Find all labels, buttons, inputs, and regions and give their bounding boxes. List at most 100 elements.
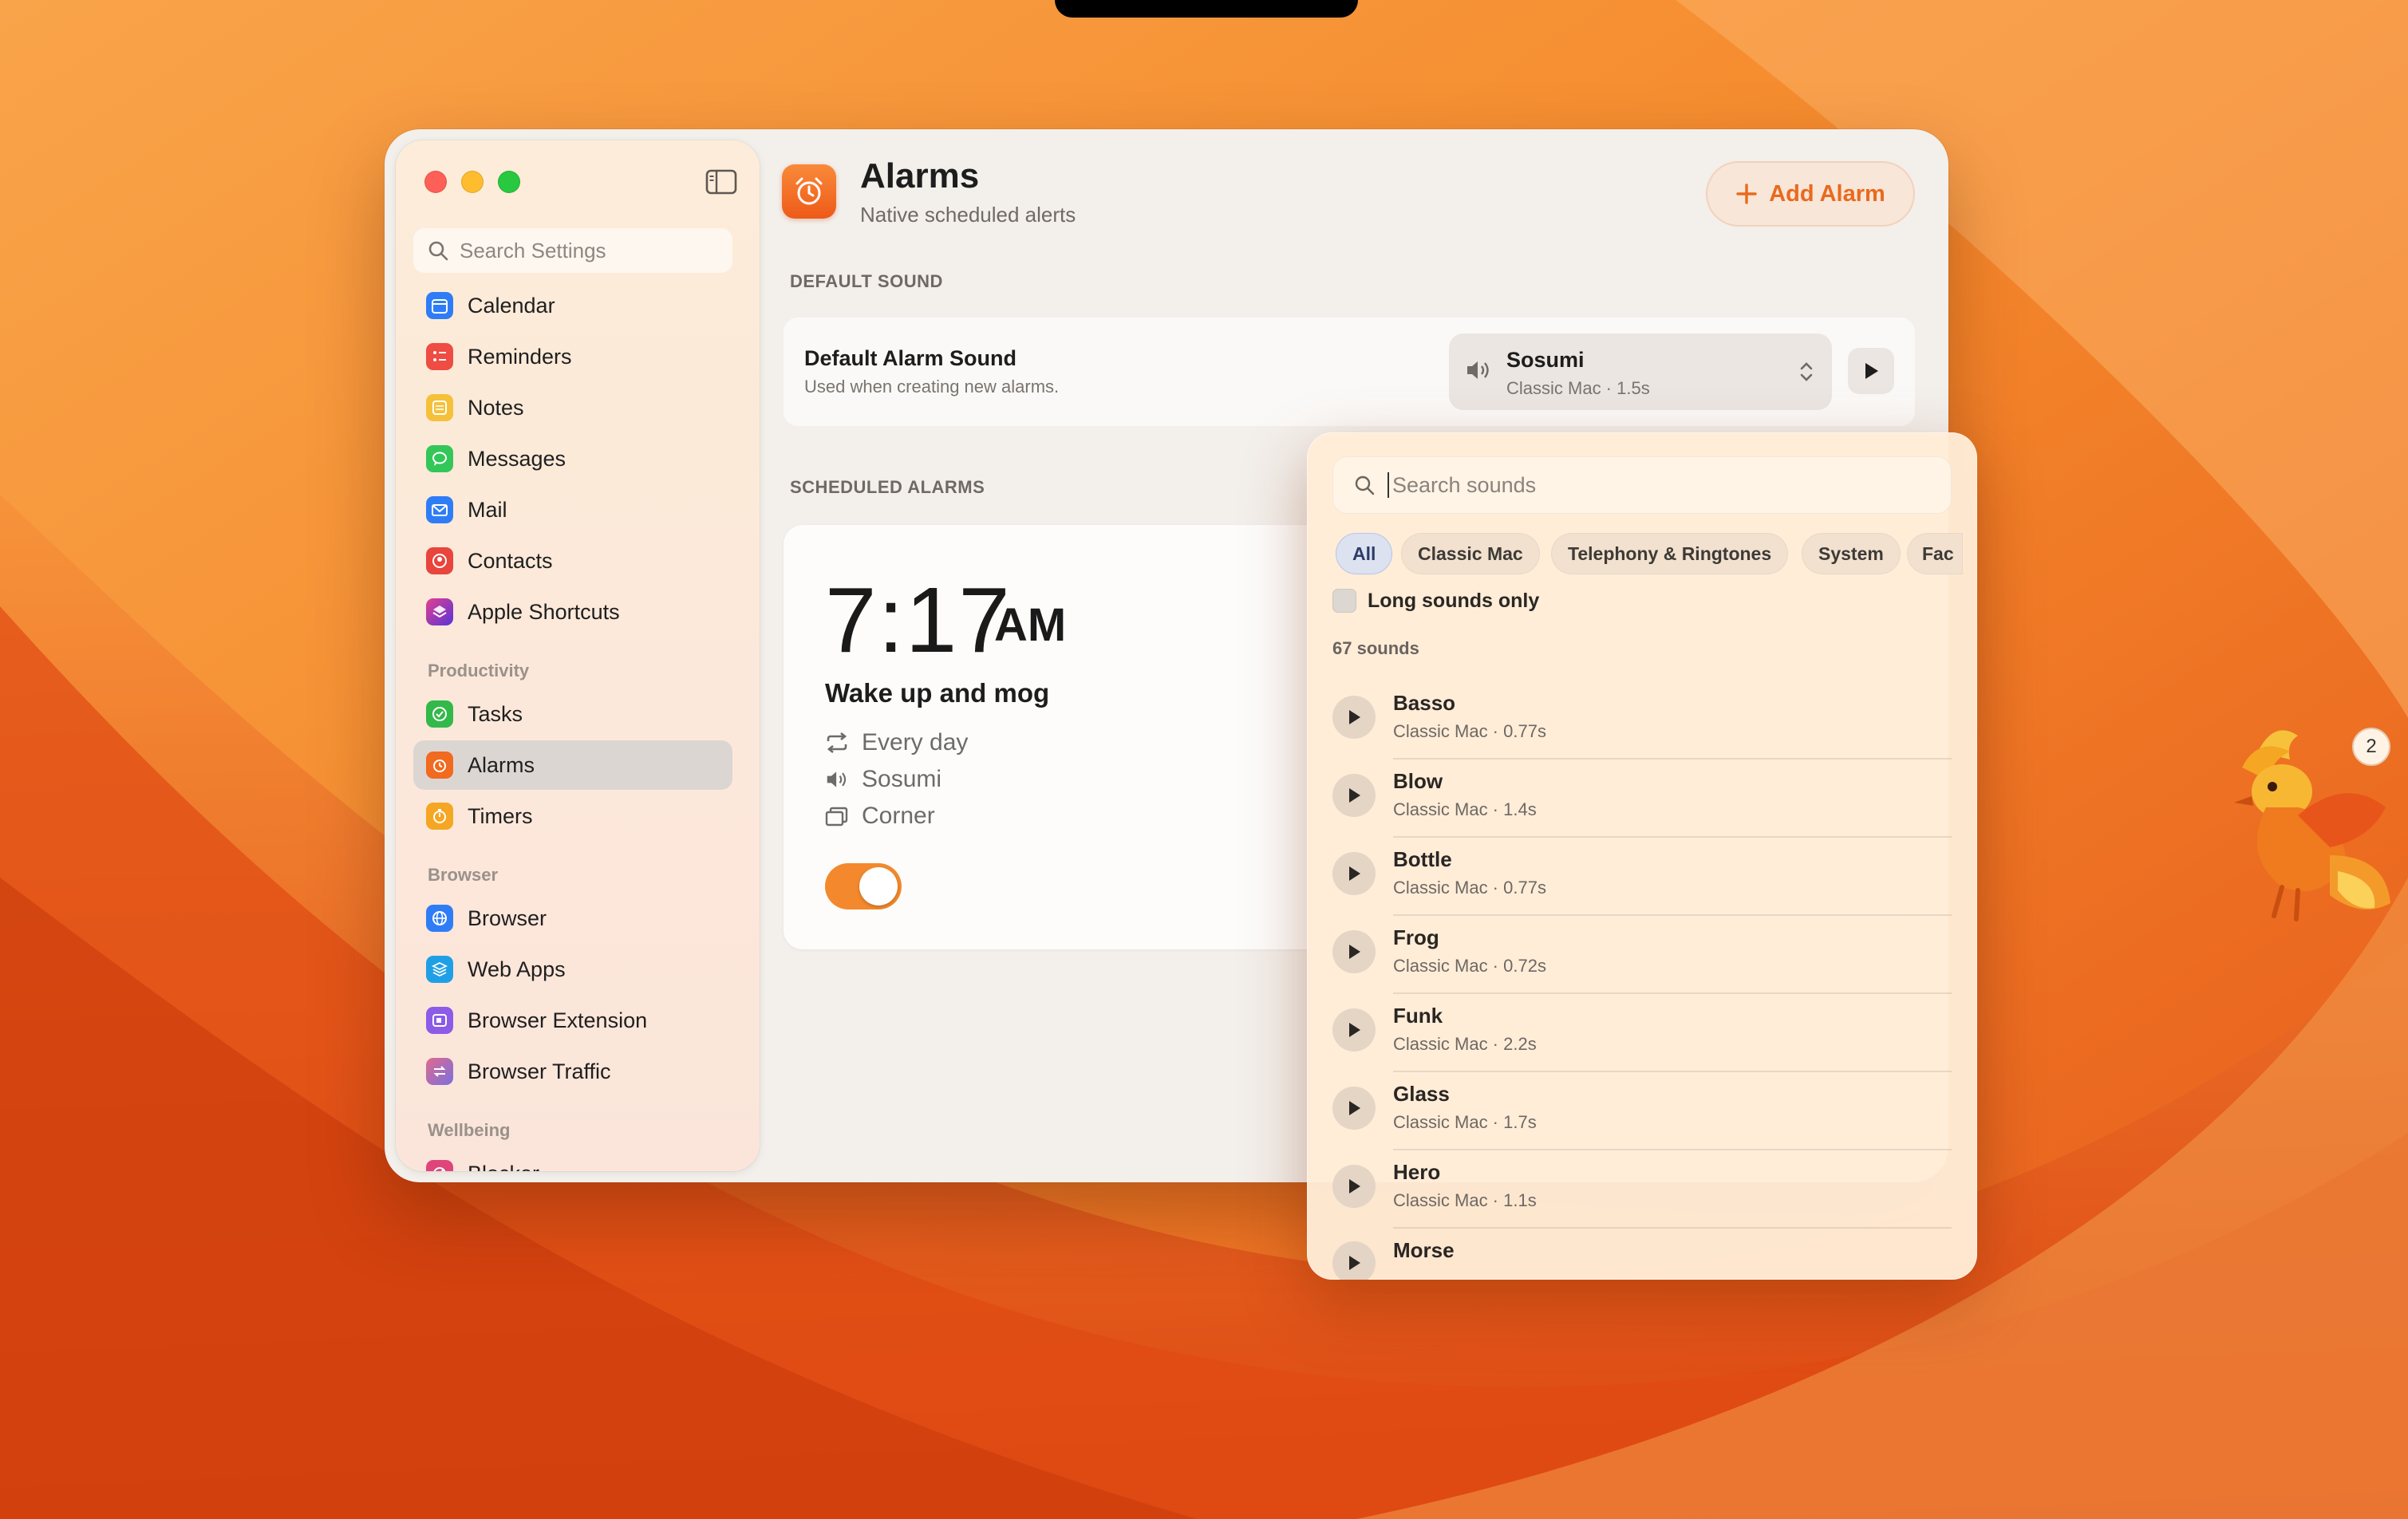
section-label-browser: Browser (428, 865, 499, 885)
alarms-app-icon (782, 164, 836, 219)
sound-name: Funk (1393, 1004, 1443, 1028)
sidebar: Search Settings Calendar Reminders Notes (396, 140, 760, 1171)
notification-badge: 2 (2352, 728, 2390, 766)
long-sounds-only-checkbox[interactable]: Long sounds only (1332, 589, 1539, 613)
play-sound-button[interactable] (1332, 1008, 1376, 1051)
sidebar-item-browser-extension[interactable]: Browser Extension (413, 996, 732, 1045)
search-sounds-input[interactable]: Search sounds (1332, 456, 1952, 514)
alarm-clock-icon (795, 177, 823, 205)
sidebar-item-label: Timers (468, 803, 533, 828)
sidebar-item-label: Browser (468, 905, 547, 930)
section-label-productivity: Productivity (428, 661, 530, 681)
page-subtitle: Native scheduled alerts (860, 203, 1076, 227)
search-icon (428, 241, 448, 261)
sound-picker-popover: Search sounds All Classic Mac Telephony … (1307, 432, 1977, 1280)
shortcuts-icon (426, 598, 453, 625)
sidebar-item-mail[interactable]: Mail (413, 485, 732, 535)
zoom-window-button[interactable] (498, 171, 520, 193)
sidebar-item-label: Tasks (468, 701, 523, 726)
minimize-window-button[interactable] (461, 171, 484, 193)
alarm-sound-text: Sosumi (862, 766, 942, 792)
sound-name: Frog (1393, 925, 1439, 949)
sidebar-item-reminders[interactable]: Reminders (413, 332, 732, 381)
play-sound-button[interactable] (1332, 1165, 1376, 1208)
sidebar-item-notes[interactable]: Notes (413, 383, 732, 432)
sound-name: Blow (1393, 769, 1443, 793)
close-window-button[interactable] (424, 171, 447, 193)
blocker-icon (426, 1160, 453, 1171)
sidebar-item-browser[interactable]: Browser (413, 894, 732, 943)
section-label-wellbeing: Wellbeing (428, 1120, 511, 1140)
sidebar-item-web-apps[interactable]: Web Apps (413, 945, 732, 994)
sidebar-item-label: Browser Traffic (468, 1059, 611, 1083)
sound-row-frog[interactable]: Frog Classic Mac · 0.72s (1332, 916, 1952, 994)
sidebar-item-alarms[interactable]: Alarms (413, 740, 732, 790)
speaker-icon (1467, 361, 1489, 379)
sidebar-item-tasks[interactable]: Tasks (413, 689, 732, 739)
sidebar-item-contacts[interactable]: Contacts (413, 536, 732, 586)
search-icon (1355, 475, 1375, 495)
play-icon (1349, 945, 1360, 959)
play-icon (1865, 363, 1878, 379)
sound-name: Hero (1393, 1160, 1441, 1184)
sound-row-hero[interactable]: Hero Classic Mac · 1.1s (1332, 1150, 1952, 1229)
sidebar-item-label: Reminders (468, 344, 572, 369)
alarm-icon (426, 752, 453, 779)
messages-icon (426, 445, 453, 472)
sound-row-bottle[interactable]: Bottle Classic Mac · 0.77s (1332, 838, 1952, 916)
filter-chip-fac[interactable]: Fac (1907, 533, 1963, 574)
sound-name: Basso (1393, 691, 1456, 715)
sound-row-morse[interactable]: Morse (1332, 1229, 1952, 1280)
default-sound-subtitle: Used when creating new alarms. (804, 377, 1060, 397)
default-sound-picker[interactable]: Sosumi Classic Mac · 1.5s (1449, 333, 1832, 410)
play-sound-button[interactable] (1332, 1241, 1376, 1280)
search-sounds-placeholder: Search sounds (1392, 472, 1537, 497)
sidebar-item-label: Browser Extension (468, 1008, 648, 1032)
sound-row-blow[interactable]: Blow Classic Mac · 1.4s (1332, 760, 1952, 838)
search-settings-input[interactable]: Search Settings (413, 228, 732, 273)
sidebar-item-blocker[interactable]: Blocker (413, 1149, 732, 1171)
sound-row-basso[interactable]: Basso Classic Mac · 0.77s (1332, 681, 1952, 760)
section-scheduled-alarms: SCHEDULED ALARMS (790, 477, 985, 497)
play-sound-button[interactable] (1332, 696, 1376, 739)
alarm-time: 7:17 (825, 568, 1012, 672)
section-default-sound: DEFAULT SOUND (790, 271, 943, 291)
sound-row-glass[interactable]: Glass Classic Mac · 1.7s (1332, 1072, 1952, 1150)
play-sound-button[interactable] (1332, 774, 1376, 817)
filter-chip-classic-mac[interactable]: Classic Mac (1401, 533, 1540, 574)
filter-chip-telephony[interactable]: Telephony & Ringtones (1551, 533, 1789, 574)
add-alarm-button[interactable]: Add Alarm (1706, 161, 1915, 227)
sidebar-item-browser-traffic[interactable]: Browser Traffic (413, 1047, 732, 1096)
extension-icon (426, 1007, 453, 1034)
sound-name: Bottle (1393, 847, 1452, 871)
default-sound-title: Default Alarm Sound (804, 346, 1017, 370)
menu-bar-notch (1055, 0, 1358, 18)
alarm-sound-row: Sosumi (825, 766, 941, 793)
sidebar-toggle-icon[interactable] (705, 169, 737, 195)
sound-row-funk[interactable]: Funk Classic Mac · 2.2s (1332, 994, 1952, 1072)
alarm-repeat-text: Every day (862, 729, 969, 756)
sidebar-item-messages[interactable]: Messages (413, 434, 732, 483)
play-sound-button[interactable] (1332, 930, 1376, 973)
selected-sound-name: Sosumi (1506, 348, 1585, 372)
sidebar-item-apple-shortcuts[interactable]: Apple Shortcuts (413, 587, 732, 637)
sidebar-item-calendar[interactable]: Calendar (413, 281, 732, 330)
repeat-icon (827, 732, 847, 754)
alarm-ampm: AM (994, 599, 1067, 651)
filter-chip-system[interactable]: System (1802, 533, 1901, 574)
alarm-enabled-toggle[interactable] (825, 863, 902, 909)
sidebar-item-label: Notes (468, 395, 524, 420)
sidebar-item-timers[interactable]: Timers (413, 791, 732, 841)
sound-meta: Classic Mac · 2.2s (1393, 1034, 1537, 1054)
preview-sound-button[interactable] (1848, 348, 1894, 394)
web-apps-icon (426, 956, 453, 983)
sound-meta: Classic Mac · 1.4s (1393, 799, 1537, 819)
play-sound-button[interactable] (1332, 1087, 1376, 1130)
play-icon (1349, 1179, 1360, 1194)
play-icon (1349, 1023, 1360, 1037)
play-sound-button[interactable] (1332, 852, 1376, 895)
add-alarm-label: Add Alarm (1769, 180, 1885, 207)
filter-chip-all[interactable]: All (1336, 533, 1393, 574)
alarm-repeat-row: Every day (825, 729, 968, 756)
checkbox-box[interactable] (1332, 589, 1356, 613)
